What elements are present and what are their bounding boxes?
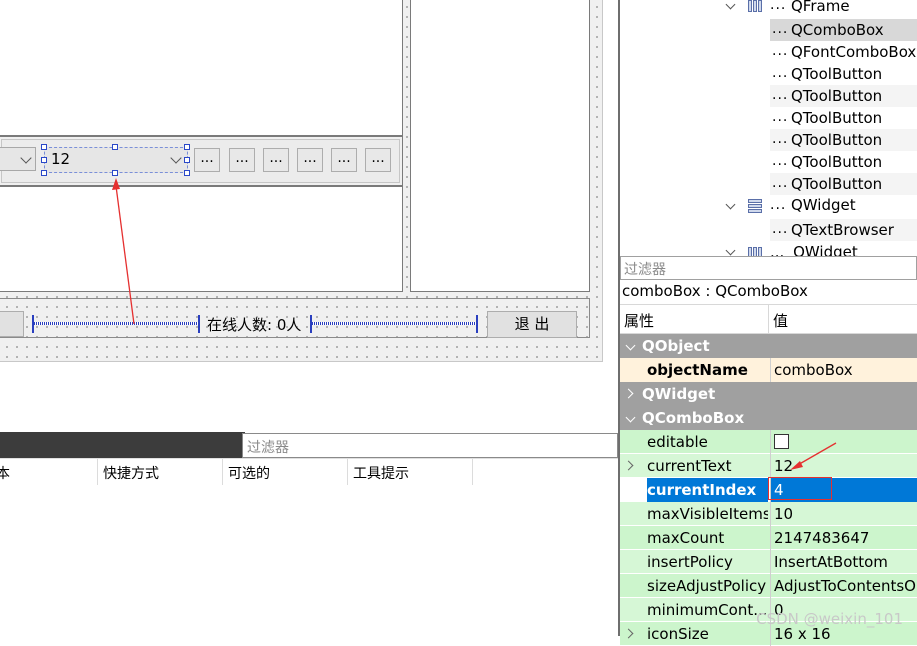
message-edit-widget[interactable] [0, 186, 403, 292]
exit-button[interactable]: 退 出 [487, 311, 577, 338]
resize-handle[interactable] [112, 144, 118, 150]
watermark: CSDN @weixin_101 [756, 610, 903, 628]
text-browser-widget[interactable] [0, 0, 403, 136]
resize-handle[interactable] [41, 157, 47, 163]
property-value[interactable]: comboBox [770, 358, 917, 382]
property-value[interactable]: InsertAtBottom [770, 550, 917, 574]
widget-icon [748, 199, 762, 213]
resize-handle[interactable] [41, 144, 47, 150]
tree-item-qtoolbutton[interactable]: ... QToolButton [770, 151, 917, 173]
property-group-qwidget[interactable]: QWidget [620, 382, 917, 406]
frame-icon [748, 247, 762, 256]
property-row-editable[interactable]: editable [620, 430, 917, 454]
action-editor-toolbar [0, 432, 245, 458]
column-header-tooltip[interactable]: 工具提示 [353, 463, 409, 483]
tool-button[interactable]: ... [297, 148, 323, 172]
tree-item-qcombobox[interactable]: ... QComboBox [770, 19, 917, 41]
property-row-currenttext[interactable]: currentText 12 [620, 454, 917, 478]
combo-value: 12 [51, 150, 71, 168]
property-row-insertpolicy[interactable]: insertPolicy InsertAtBottom [620, 550, 917, 574]
property-object-title: comboBox : QComboBox [620, 280, 917, 304]
tool-button[interactable]: ... [229, 148, 255, 172]
column-header-checkable[interactable]: 可选的 [228, 463, 270, 483]
collapse-arrow-icon[interactable] [625, 340, 636, 351]
font-combo-box[interactable] [0, 147, 36, 171]
resize-handle[interactable] [184, 170, 190, 176]
tree-item-qtextbrowser[interactable]: ... QTextBrowser [770, 219, 917, 241]
property-value[interactable]: 2147483647 [770, 526, 917, 550]
property-group-qcombobox[interactable]: QComboBox [620, 406, 917, 430]
editable-checkbox[interactable] [774, 434, 789, 449]
tree-item-qtoolbutton[interactable]: ... QToolButton [770, 85, 917, 107]
tree-item-qwidget[interactable]: QWidget [791, 196, 856, 214]
property-table-header: 属性 值 [620, 304, 917, 334]
tree-item-qwidget[interactable]: ... QWidget [770, 243, 858, 256]
expand-arrow-icon[interactable] [623, 388, 634, 399]
tree-item-qtoolbutton[interactable]: ... QToolButton [770, 129, 917, 151]
column-header-text[interactable]: 本 [0, 463, 10, 483]
action-filter-input[interactable]: 过滤器 [242, 433, 618, 458]
frame-icon [748, 0, 762, 12]
tree-item-qtoolbutton[interactable]: ... QToolButton [770, 107, 917, 129]
tool-button[interactable]: ... [194, 148, 220, 172]
expand-arrow-icon[interactable] [623, 460, 634, 471]
property-row-sizeadjustpolicy[interactable]: sizeAdjustPolicy AdjustToContentsOn [620, 574, 917, 598]
partial-button[interactable] [0, 311, 24, 337]
tool-button[interactable]: ... [263, 148, 289, 172]
property-filter-input[interactable]: 过滤器 [620, 256, 917, 280]
tool-button[interactable]: ... [331, 148, 357, 172]
online-count-label: 在线人数: 0人 [207, 316, 302, 334]
property-value[interactable]: 10 [770, 502, 917, 526]
form-designer-canvas[interactable]: 12 ... ... ... ... ... ... 在线人数: 0人 退 出 [0, 0, 603, 362]
property-row-objectname[interactable]: objectName comboBox [620, 358, 917, 382]
property-value[interactable]: 12 [770, 454, 917, 478]
property-value[interactable]: AdjustToContentsOn [770, 574, 917, 598]
resize-handle[interactable] [41, 170, 47, 176]
column-header-value[interactable]: 值 [773, 310, 788, 331]
chevron-down-icon [170, 152, 182, 164]
tree-item-qtoolbutton[interactable]: ... QToolButton [770, 63, 917, 85]
tree-item-qfontcombobox[interactable]: ... QFontComboBox [770, 41, 917, 63]
resize-handle[interactable] [184, 157, 190, 163]
tree-item-qtoolbutton[interactable]: ... QToolButton [770, 173, 917, 195]
user-list-widget[interactable] [410, 0, 590, 292]
column-header-shortcut[interactable]: 快捷方式 [103, 463, 159, 483]
expand-arrow-icon[interactable] [623, 628, 634, 639]
highlight-box [768, 477, 832, 500]
property-group-qobject[interactable]: QObject [620, 334, 917, 358]
tool-button[interactable]: ... [365, 148, 391, 172]
chevron-down-icon [20, 152, 32, 164]
property-row-maxcount[interactable]: maxCount 2147483647 [620, 526, 917, 550]
tree-item-qframe[interactable]: QFrame [791, 0, 850, 15]
column-header-property[interactable]: 属性 [624, 310, 654, 331]
collapse-arrow-icon[interactable] [625, 412, 636, 423]
resize-handle[interactable] [184, 144, 190, 150]
resize-handle[interactable] [112, 170, 118, 176]
property-row-maxvisibleitems[interactable]: maxVisibleItems 10 [620, 502, 917, 526]
